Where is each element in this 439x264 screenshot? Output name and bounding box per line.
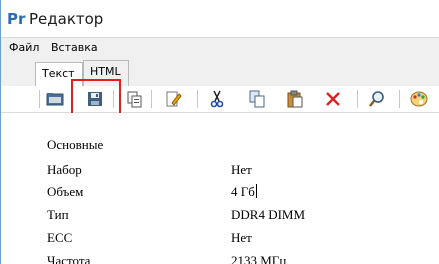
menu-bar: Файл Вставка xyxy=(1,37,439,58)
document-area[interactable]: Основные Набор Нет Объем 4 Гб Тип DDR4 D… xyxy=(1,113,439,264)
app-logo-icon: Pr xyxy=(7,10,26,28)
editor-window: Pr Редактор Файл Вставка Текст HTML Осно… xyxy=(0,0,439,264)
toolbar-separator xyxy=(399,90,400,108)
row-value: DDR4 DIMM xyxy=(231,207,306,222)
save-icon xyxy=(88,92,102,106)
delete-button[interactable] xyxy=(323,89,343,109)
open-folder-button[interactable] xyxy=(45,89,65,109)
copy-button[interactable] xyxy=(247,89,267,109)
search-magnifier-icon xyxy=(369,91,384,107)
window-title: Редактор xyxy=(29,10,104,28)
row-value: 2133 МГц xyxy=(231,253,287,264)
text-caret xyxy=(255,184,257,198)
tab-strip: Текст HTML xyxy=(1,58,439,87)
copy-pages-icon xyxy=(249,90,265,108)
cut-button[interactable] xyxy=(207,89,227,109)
copy-document-button[interactable] xyxy=(125,89,145,109)
section-title: Основные xyxy=(47,137,104,152)
open-folder-icon xyxy=(46,93,64,106)
row-value: 4 Гб xyxy=(231,184,255,199)
menu-file[interactable]: Файл xyxy=(9,41,39,55)
copy-document-icon xyxy=(127,91,142,108)
row-label: Набор xyxy=(47,162,82,177)
tab-html-label: HTML xyxy=(90,65,121,78)
tab-html[interactable]: HTML xyxy=(83,60,129,86)
toolbar-separator xyxy=(113,90,114,108)
toolbar-separator xyxy=(357,90,358,108)
edit-pencil-icon xyxy=(166,91,182,107)
search-button[interactable] xyxy=(367,89,387,109)
row-label: ECC xyxy=(47,230,73,245)
row-label: Тип xyxy=(47,207,69,222)
paste-button[interactable] xyxy=(285,89,305,109)
tab-text[interactable]: Текст xyxy=(35,62,83,86)
title-bar: Pr Редактор xyxy=(1,0,439,36)
paste-clipboard-icon xyxy=(287,90,303,108)
edit-button[interactable] xyxy=(163,89,183,109)
save-button[interactable] xyxy=(85,89,105,109)
row-value: Нет xyxy=(231,162,252,177)
toolbar-separator xyxy=(197,90,198,108)
palette-button[interactable] xyxy=(409,89,429,109)
row-label: Объем xyxy=(47,184,84,199)
tab-text-label: Текст xyxy=(42,67,75,80)
menu-insert[interactable]: Вставка xyxy=(51,41,98,55)
delete-x-icon xyxy=(326,92,340,106)
row-value: Нет xyxy=(231,230,252,245)
toolbar xyxy=(1,86,439,113)
cut-scissors-icon xyxy=(210,90,224,108)
row-label: Частота xyxy=(47,253,91,264)
toolbar-separator xyxy=(39,90,40,108)
toolbar-separator xyxy=(151,90,152,108)
palette-icon xyxy=(410,91,428,107)
row-value-with-caret: 4 Гб xyxy=(231,184,257,200)
